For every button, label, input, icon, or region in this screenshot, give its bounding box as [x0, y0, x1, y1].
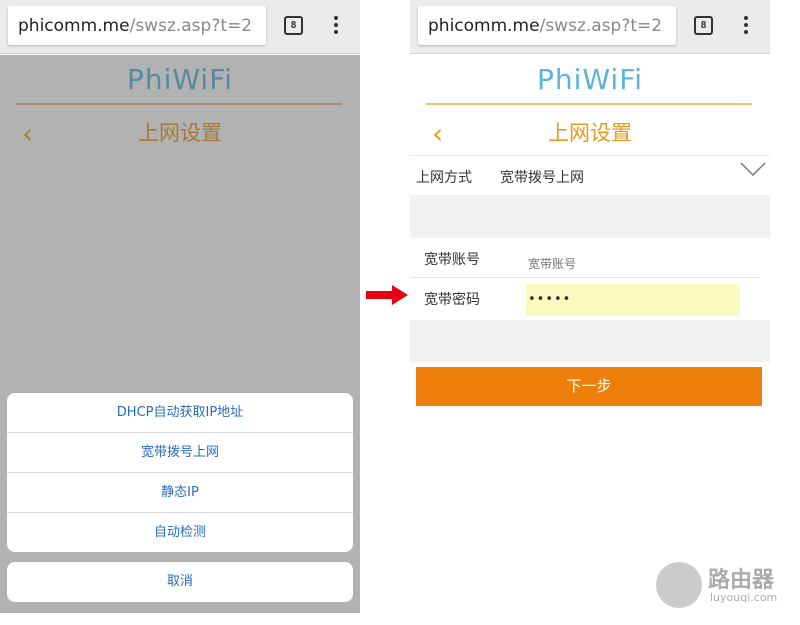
header-divider	[426, 103, 752, 105]
page-content: PhiWiFi ‹ 上网设置 上网方式 宽带拨号上网 宽带账号 宽带密码 •••…	[410, 55, 770, 613]
account-row: 宽带账号	[410, 238, 760, 278]
next-button[interactable]: 下一步	[416, 367, 762, 406]
url-host: phicomm.me	[428, 16, 540, 36]
connection-mode-select[interactable]: 上网方式 宽带拨号上网	[410, 155, 770, 195]
url-path: /swsz.asp?t=2	[129, 16, 253, 36]
tab-count-button[interactable]: 8	[284, 16, 303, 35]
watermark-title: 路由器	[708, 568, 775, 593]
account-input[interactable]	[526, 244, 740, 276]
url-field[interactable]: phicomm.me/swsz.asp?t=2	[418, 6, 676, 45]
connection-mode-value: 宽带拨号上网	[500, 170, 584, 186]
tab-count-button[interactable]: 8	[694, 16, 713, 35]
browser-address-bar: phicomm.me/swsz.asp?t=2 8	[0, 0, 360, 54]
browser-menu-icon[interactable]	[740, 16, 752, 36]
phiwifi-logo: PhiWiFi	[536, 63, 644, 96]
browser-address-bar: phicomm.me/swsz.asp?t=2 8	[410, 0, 770, 54]
sheet-option-auto-detect[interactable]: 自动检测	[7, 513, 353, 552]
left-phone-screen: phicomm.me/swsz.asp?t=2 8 PhiWiFi ‹ 上网设置…	[0, 0, 360, 613]
section-spacer	[410, 320, 770, 362]
password-label: 宽带密码	[424, 292, 480, 308]
right-phone-screen: phicomm.me/swsz.asp?t=2 8 PhiWiFi ‹ 上网设置…	[410, 0, 770, 613]
cancel-button[interactable]: 取消	[7, 562, 353, 602]
red-arrow-icon	[366, 285, 408, 305]
router-logo-icon	[656, 562, 702, 608]
chevron-down-icon	[740, 162, 766, 176]
password-input[interactable]: •••••	[526, 284, 740, 316]
section-spacer	[410, 195, 770, 238]
url-path: /swsz.asp?t=2	[539, 16, 663, 36]
watermark-url: luyouqi.com	[710, 591, 778, 604]
watermark: 路由器 luyouqi.com	[656, 560, 786, 610]
sheet-option-pppoe[interactable]: 宽带拨号上网	[7, 433, 353, 473]
url-field[interactable]: phicomm.me/swsz.asp?t=2	[8, 6, 266, 45]
page-title: 上网设置	[548, 121, 632, 145]
connection-mode-label: 上网方式	[416, 170, 472, 186]
browser-menu-icon[interactable]	[330, 16, 342, 36]
sheet-option-dhcp[interactable]: DHCP自动获取IP地址	[7, 393, 353, 433]
account-label: 宽带账号	[424, 252, 480, 268]
url-host: phicomm.me	[18, 16, 130, 36]
password-row: 宽带密码 •••••	[410, 278, 760, 318]
connection-type-sheet: DHCP自动获取IP地址 宽带拨号上网 静态IP 自动检测	[7, 393, 353, 552]
sheet-option-static-ip[interactable]: 静态IP	[7, 473, 353, 513]
